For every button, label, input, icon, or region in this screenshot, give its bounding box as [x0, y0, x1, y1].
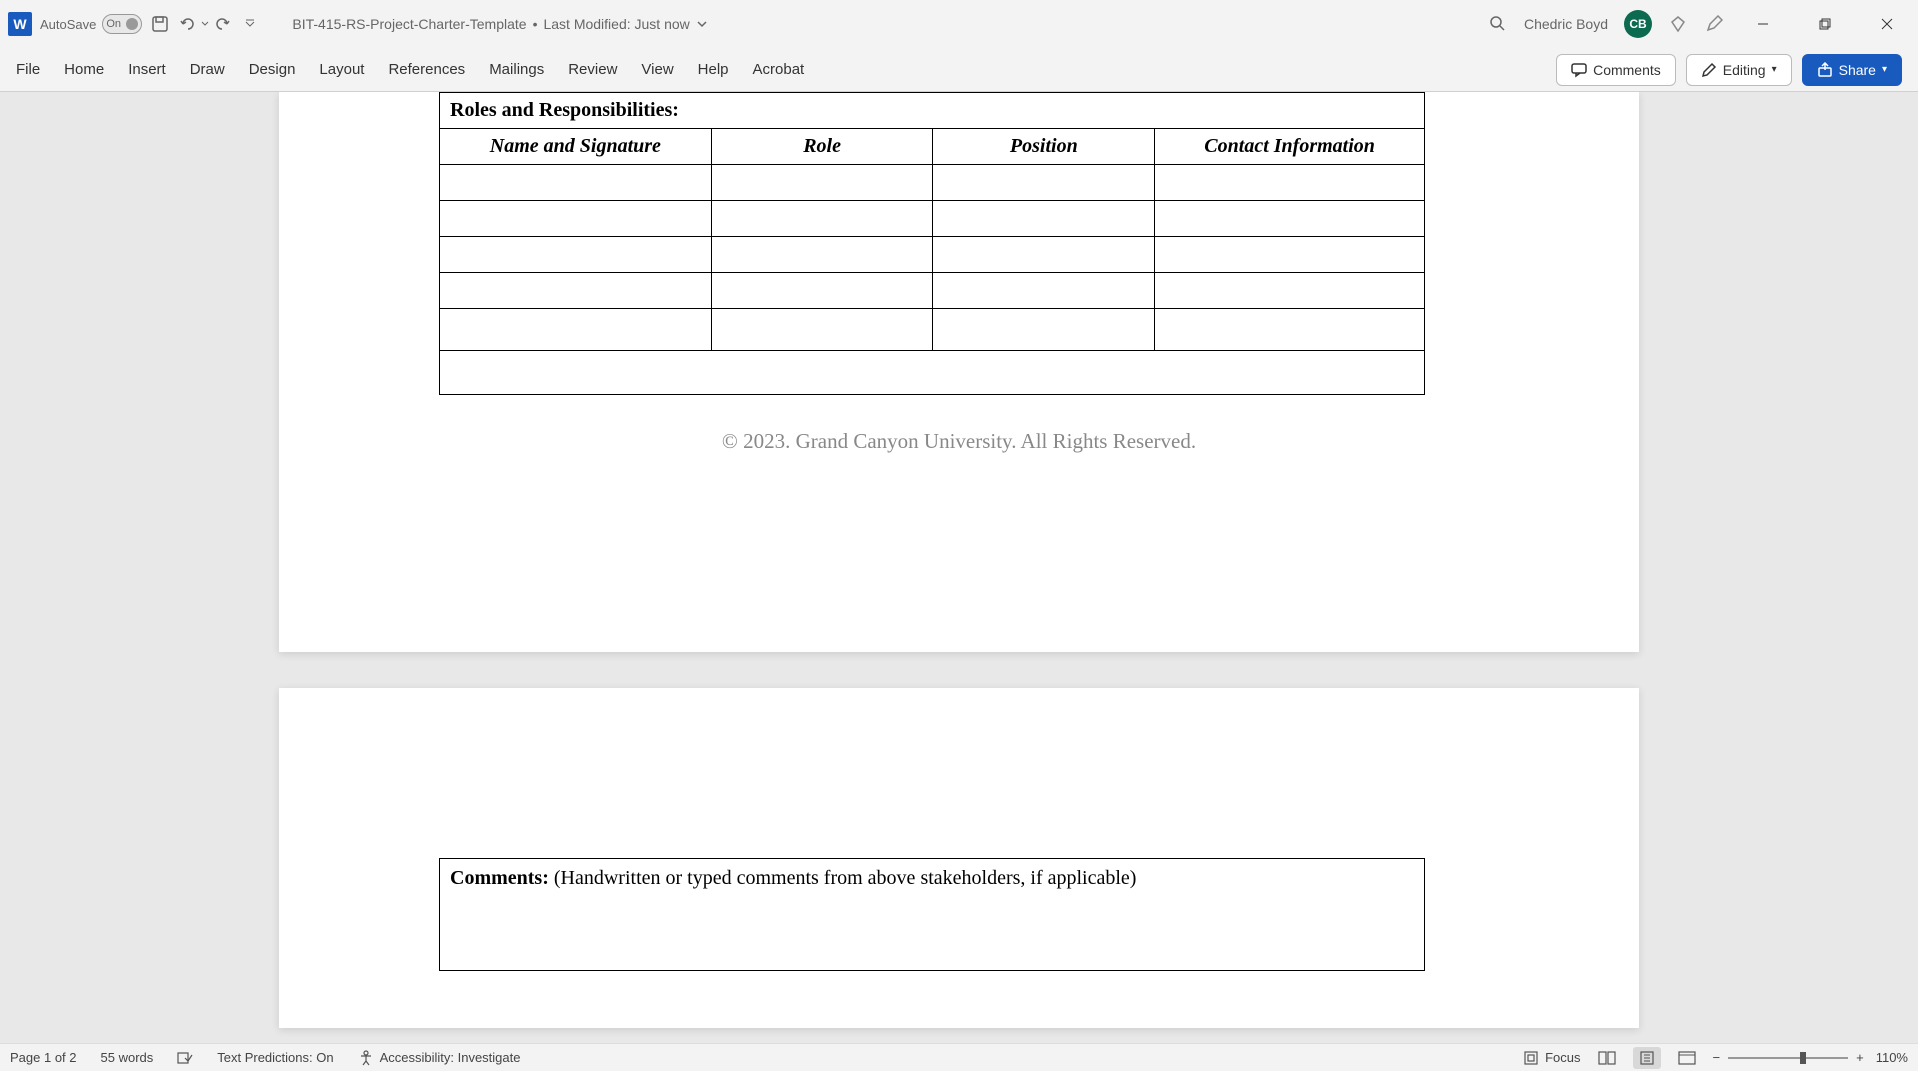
- comments-table[interactable]: Comments: (Handwritten or typed comments…: [439, 858, 1425, 971]
- modified-label: Last Modified: Just now: [543, 16, 689, 32]
- document-canvas[interactable]: Roles and Responsibilities: Name and Sig…: [0, 92, 1918, 1043]
- chevron-down-icon: ▾: [1882, 64, 1887, 75]
- comments-button[interactable]: Comments: [1556, 54, 1676, 86]
- tab-mailings[interactable]: Mailings: [489, 61, 544, 78]
- print-layout-icon[interactable]: [1633, 1047, 1661, 1069]
- tab-file[interactable]: File: [16, 61, 40, 78]
- comments-cell[interactable]: Comments: (Handwritten or typed comments…: [440, 859, 1425, 971]
- table-row[interactable]: [440, 165, 1425, 201]
- share-icon: [1817, 62, 1833, 78]
- zoom-slider-thumb[interactable]: [1800, 1052, 1806, 1064]
- pen-icon[interactable]: [1704, 14, 1724, 34]
- zoom-out-icon[interactable]: −: [1713, 1050, 1721, 1065]
- accessibility-icon: [358, 1050, 374, 1066]
- focus-icon: [1523, 1050, 1539, 1066]
- maximize-button[interactable]: [1802, 8, 1848, 40]
- web-layout-icon[interactable]: [1673, 1047, 1701, 1069]
- page-2[interactable]: Comments: (Handwritten or typed comments…: [279, 688, 1639, 1028]
- table-row[interactable]: [440, 351, 1425, 395]
- user-avatar[interactable]: CB: [1624, 10, 1652, 38]
- focus-mode[interactable]: Focus: [1523, 1050, 1580, 1066]
- tab-help[interactable]: Help: [698, 61, 729, 78]
- status-bar: Page 1 of 2 55 words Text Predictions: O…: [0, 1043, 1918, 1071]
- share-button[interactable]: Share ▾: [1802, 54, 1902, 86]
- title-bar: W AutoSave On BIT-415-RS-Project-Charter…: [0, 0, 1918, 48]
- chevron-down-icon: [696, 18, 708, 30]
- zoom-slider-track[interactable]: [1728, 1057, 1848, 1059]
- close-button[interactable]: [1864, 8, 1910, 40]
- roles-table[interactable]: Roles and Responsibilities: Name and Sig…: [439, 92, 1425, 395]
- zoom-level[interactable]: 110%: [1876, 1050, 1908, 1065]
- autosave-switch[interactable]: On: [102, 14, 142, 34]
- tab-review[interactable]: Review: [568, 61, 617, 78]
- tab-view[interactable]: View: [641, 61, 673, 78]
- col-header-contact[interactable]: Contact Information: [1155, 129, 1425, 165]
- undo-dropdown-icon[interactable]: [200, 14, 210, 34]
- word-app-icon: W: [8, 12, 32, 36]
- spellcheck-icon[interactable]: [177, 1050, 193, 1066]
- editing-mode-button[interactable]: Editing ▾: [1686, 54, 1792, 86]
- col-header-name[interactable]: Name and Signature: [440, 129, 712, 165]
- redo-icon[interactable]: [212, 14, 232, 34]
- page-1[interactable]: Roles and Responsibilities: Name and Sig…: [279, 92, 1639, 652]
- comments-hint: (Handwritten or typed comments from abov…: [554, 867, 1137, 889]
- tab-design[interactable]: Design: [249, 61, 296, 78]
- zoom-in-icon[interactable]: +: [1856, 1050, 1864, 1065]
- col-header-position[interactable]: Position: [933, 129, 1155, 165]
- read-mode-icon[interactable]: [1593, 1047, 1621, 1069]
- search-icon[interactable]: [1488, 14, 1508, 34]
- autosave-label: AutoSave: [40, 17, 96, 32]
- tab-insert[interactable]: Insert: [128, 61, 166, 78]
- accessibility-check[interactable]: Accessibility: Investigate: [358, 1050, 521, 1066]
- user-name: Chedric Boyd: [1524, 16, 1608, 32]
- zoom-control[interactable]: − +: [1713, 1050, 1864, 1065]
- document-title[interactable]: BIT-415-RS-Project-Charter-Template • La…: [292, 16, 707, 32]
- tab-acrobat[interactable]: Acrobat: [753, 61, 805, 78]
- diamond-icon[interactable]: [1668, 14, 1688, 34]
- col-header-role[interactable]: Role: [711, 129, 933, 165]
- page-indicator[interactable]: Page 1 of 2: [10, 1050, 77, 1065]
- tab-draw[interactable]: Draw: [190, 61, 225, 78]
- table-row[interactable]: [440, 201, 1425, 237]
- table-row[interactable]: [440, 309, 1425, 351]
- table-row[interactable]: [440, 273, 1425, 309]
- doc-name: BIT-415-RS-Project-Charter-Template: [292, 16, 526, 32]
- toggle-handle: [126, 18, 138, 30]
- pencil-icon: [1701, 62, 1717, 78]
- tab-references[interactable]: References: [388, 61, 465, 78]
- tab-layout[interactable]: Layout: [319, 61, 364, 78]
- page-footer: © 2023. Grand Canyon University. All Rig…: [279, 429, 1639, 454]
- table-row[interactable]: [440, 237, 1425, 273]
- text-predictions[interactable]: Text Predictions: On: [217, 1050, 333, 1065]
- ribbon-tabs: File Home Insert Draw Design Layout Refe…: [0, 48, 1918, 92]
- minimize-button[interactable]: [1740, 8, 1786, 40]
- comments-label: Comments:: [450, 867, 554, 889]
- word-count[interactable]: 55 words: [101, 1050, 154, 1065]
- tab-home[interactable]: Home: [64, 61, 104, 78]
- roles-section-header[interactable]: Roles and Responsibilities:: [440, 93, 1425, 129]
- undo-icon[interactable]: [178, 14, 198, 34]
- comment-icon: [1571, 62, 1587, 78]
- autosave-toggle[interactable]: AutoSave On: [40, 14, 142, 34]
- save-icon[interactable]: [150, 14, 170, 34]
- chevron-down-icon: ▾: [1772, 64, 1777, 75]
- qat-customize-icon[interactable]: [240, 14, 260, 34]
